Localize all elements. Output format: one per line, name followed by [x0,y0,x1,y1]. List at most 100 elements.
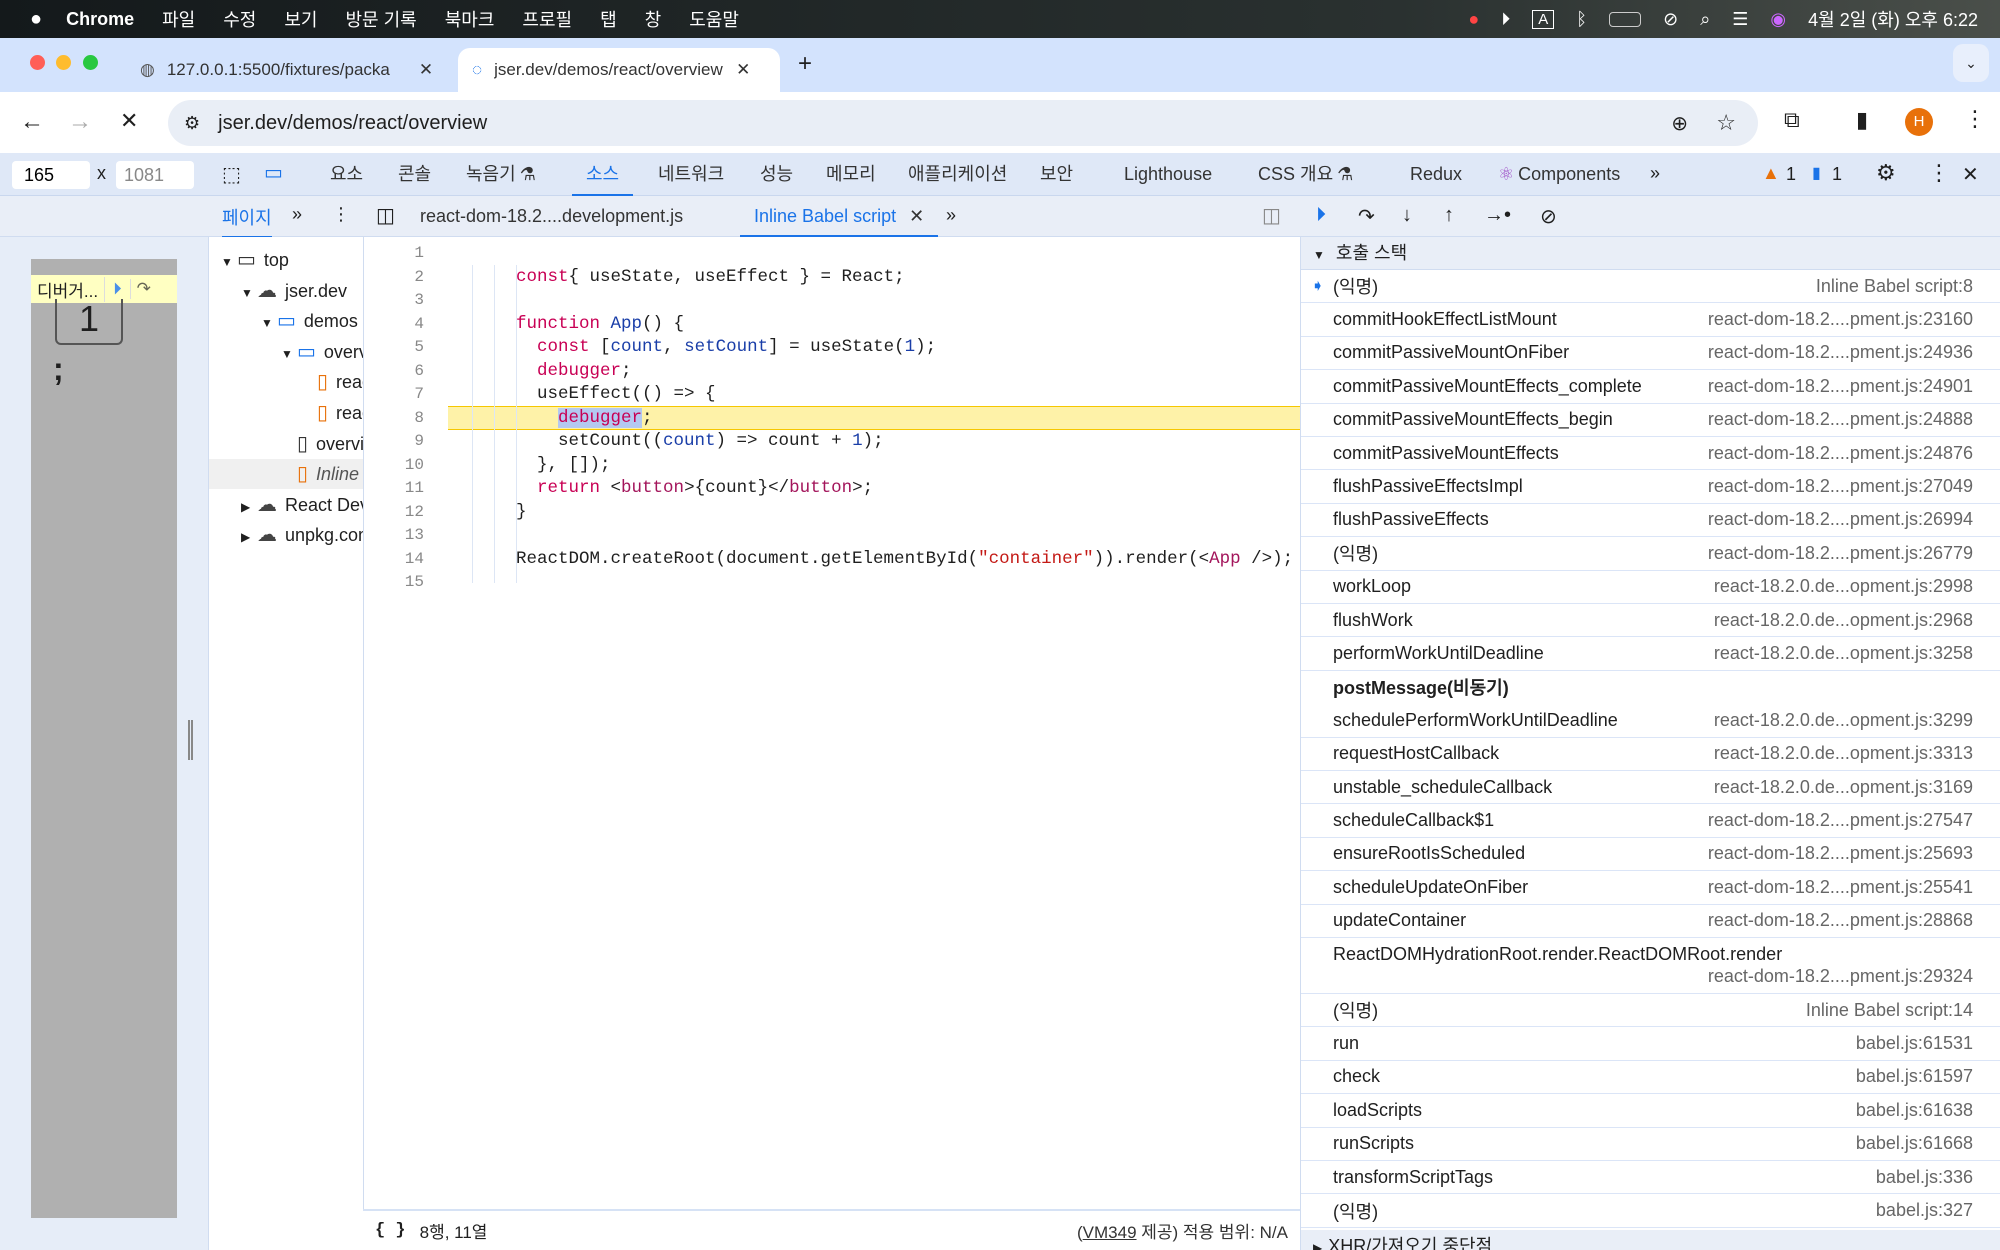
battery-icon[interactable] [1609,11,1642,27]
frame-location[interactable]: babel.js:61597 [1856,1066,1973,1087]
step-into-icon[interactable]: ↓ [1402,204,1412,227]
frame-location[interactable]: react-dom-18.2....pment.js:23160 [1708,309,1973,330]
message-icon[interactable]: ▮ [1812,163,1821,183]
callstack-frame[interactable]: requestHostCallback react-18.2.0.de...opm… [1301,738,2000,771]
line-number[interactable]: 6 [364,360,424,384]
code-editor[interactable]: 1 2 const{ useState, useEffect } = React; 3… [363,237,1300,1209]
callstack-frame[interactable]: scheduleCallback$1 react-dom-18.2....pmen… [1301,804,2000,838]
new-tab-button[interactable]: + [798,50,812,78]
tab-search-button[interactable]: ⌄ [1953,44,1989,82]
devtools-tab[interactable]: Lighthouse [1124,153,1212,196]
devtools-tab[interactable]: 콘솔 [398,153,431,196]
callstack-frame[interactable]: commitPassiveMountEffects_complete react-… [1301,370,2000,404]
callstack-frame[interactable]: flushWork react-18.2.0.de...opment.js:296… [1301,604,2000,638]
resize-handle[interactable] [188,720,193,760]
overlay-resume-icon[interactable]: ⏵ [105,279,131,299]
menu-profiles[interactable]: 프로필 [522,6,572,32]
tree-item[interactable]: ▯ react-dom [209,367,363,397]
line-number[interactable]: 12 [364,501,424,525]
more-file-tabs-icon[interactable]: » [946,205,956,226]
frame-location[interactable]: react-18.2.0.de...opment.js:3299 [1714,710,1973,731]
devtools-tab[interactable]: 성능 [760,153,793,196]
frame-location[interactable]: babel.js:336 [1876,1167,1973,1188]
menu-window[interactable]: 창 [645,6,662,32]
stop-loading-button[interactable]: ✕ [120,108,138,134]
minimize-window-button[interactable] [56,55,71,70]
callstack-frame[interactable]: schedulePerformWorkUntilDeadline react-18… [1301,704,2000,738]
menu-tab[interactable]: 탭 [600,6,617,32]
callstack-frame[interactable]: commitPassiveMountEffects react-dom-18.2.… [1301,437,2000,471]
site-info-icon[interactable]: ⚙ [184,113,200,134]
close-tab-icon[interactable]: ✕ [419,60,433,80]
callstack-frame[interactable]: flushPassiveEffectsImpl react-dom-18.2...… [1301,470,2000,504]
toggle-debugger-sidebar-icon[interactable]: ◫ [1262,203,1281,228]
code-line[interactable]: return <button>{count}</button>; [516,477,873,501]
menu-view[interactable]: 보기 [284,6,317,32]
apple-icon[interactable]: ● [30,8,42,31]
callstack-frame[interactable]: transformScriptTags babel.js:336 [1301,1161,2000,1195]
expanded-triangle-icon[interactable]: ▼ [281,339,297,369]
inspect-element-icon[interactable]: ⬚ [222,162,241,187]
line-number[interactable]: 11 [364,477,424,501]
callstack-frame[interactable]: commitHookEffectListMount react-dom-18.2.… [1301,303,2000,337]
nav-menu-icon[interactable]: ⋮ [332,204,350,225]
omnibox[interactable]: ⚙ jser.dev/demos/react/overview ⊕ ☆ [168,100,1758,146]
siri-icon[interactable]: ◉ [1770,9,1786,30]
settings-gear-icon[interactable]: ⚙ [1876,160,1896,186]
callstack-frame[interactable]: run babel.js:61531 [1301,1027,2000,1061]
source-link[interactable]: VM349 [1083,1223,1137,1242]
control-center-icon[interactable]: ☰ [1732,9,1748,30]
side-panel-icon[interactable]: ▮ [1856,107,1868,133]
tree-item[interactable]: ▯ Inline Babel script [209,459,363,490]
code-line[interactable]: debugger; [516,407,653,431]
message-count[interactable]: 1 [1832,164,1842,185]
devtools-tab[interactable]: ⚛ Components [1498,153,1620,196]
line-number[interactable]: 5 [364,336,424,360]
callstack-frame[interactable]: commitPassiveMountEffects_begin react-dom… [1301,404,2000,437]
devtools-tab[interactable]: 애플리케이션 [908,153,1007,196]
devtools-menu-icon[interactable]: ⋮ [1928,160,1950,186]
frame-location[interactable]: react-dom-18.2....pment.js:24901 [1708,376,1973,397]
devtools-tab[interactable]: Redux [1410,153,1462,196]
device-height-input[interactable] [116,161,194,189]
line-number[interactable]: 15 [364,571,424,595]
menu-help[interactable]: 도움말 [689,6,739,32]
code-line[interactable]: debugger; [516,360,632,384]
tree-item[interactable]: ▼ ▭ top [209,245,363,275]
frame-location[interactable]: babel.js:61638 [1856,1100,1973,1121]
toggle-navigator-icon[interactable]: ◫ [376,203,395,228]
menu-app-name[interactable]: Chrome [66,9,134,30]
step-icon[interactable]: →• [1484,204,1511,227]
frame-location[interactable]: react-dom-18.2....pment.js:25541 [1708,877,1973,898]
code-line[interactable]: }, []); [516,454,611,478]
tree-item[interactable]: ▶☁ React DevTools [209,490,363,520]
frame-location[interactable]: react-dom-18.2....pment.js:27049 [1708,476,1973,497]
deactivate-breakpoints-icon[interactable]: ⊘ [1540,204,1557,229]
device-toolbar-icon[interactable]: ▭ [264,160,283,185]
play-icon[interactable]: ⏵ [1501,9,1510,30]
menu-bookmarks[interactable]: 북마크 [445,6,495,32]
bookmark-star-icon[interactable]: ☆ [1716,110,1736,136]
callstack-header[interactable]: ▼ 호출 스택 [1301,237,2000,270]
frame-location[interactable]: react-dom-18.2....pment.js:26994 [1708,509,1973,530]
code-line[interactable]: } [516,501,527,525]
code-line[interactable]: function App() { [516,313,684,337]
frame-location[interactable]: react-18.2.0.de...opment.js:3258 [1714,643,1973,664]
devtools-tab[interactable]: 요소 [330,153,363,196]
resume-icon[interactable]: ⏵ [1316,204,1326,227]
frame-location[interactable]: react-18.2.0.de...opment.js:2968 [1714,610,1973,631]
url-text[interactable]: jser.dev/demos/react/overview [218,112,487,135]
close-file-tab-icon[interactable]: ✕ [909,206,924,226]
menu-history[interactable]: 방문 기록 [345,6,416,32]
code-line[interactable]: const [count, setCount] = useState(1); [516,336,936,360]
code-line[interactable]: useEffect(() => { [516,383,716,407]
callstack-frame[interactable]: check babel.js:61597 [1301,1061,2000,1095]
tree-item[interactable]: ▼▭ overview [209,337,363,367]
back-button[interactable]: ← [20,108,44,136]
callstack-frame[interactable]: workLoop react-18.2.0.de...opment.js:2998 [1301,571,2000,604]
callstack-frame[interactable]: (익명) babel.js:327 [1301,1194,2000,1228]
tree-item[interactable]: ▯ react [209,398,363,428]
pretty-print-icon[interactable]: { } [375,1221,406,1240]
warning-count[interactable]: 1 [1786,164,1796,185]
frame-location[interactable]: react-dom-18.2....pment.js:29324 [1708,966,1973,987]
